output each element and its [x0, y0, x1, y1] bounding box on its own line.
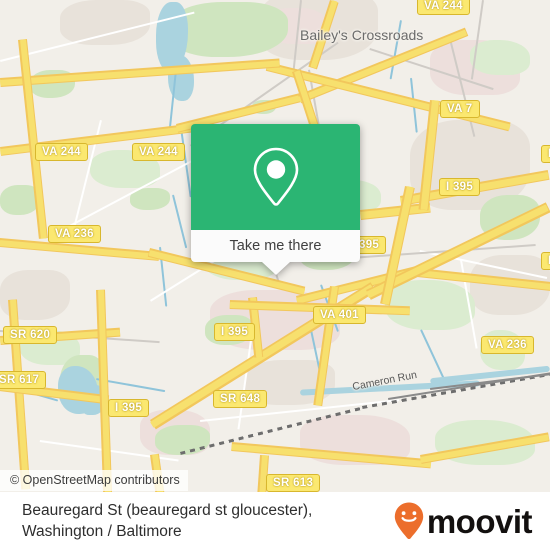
- road-shield-va-401[interactable]: VA 401: [313, 306, 366, 324]
- location-title-line2: Washington / Baltimore: [22, 523, 182, 540]
- location-title-line1: Beauregard St (beauregard st gloucester)…: [22, 502, 313, 519]
- place-label-line1: Bailey's: [300, 27, 348, 43]
- road-shield-i-395-lower[interactable]: I 395: [108, 399, 150, 417]
- road-shield-sr-648[interactable]: SR 648: [213, 390, 268, 408]
- place-label-line2: Crossroads: [351, 27, 424, 43]
- popup-icon-area: [191, 124, 360, 230]
- location-title: Beauregard St (beauregard st gloucester)…: [22, 500, 312, 542]
- map-landuse-residential: [60, 0, 150, 45]
- place-label-baileys-crossroads: Bailey's Crossroads: [300, 28, 423, 43]
- road-shield-va-244-top[interactable]: VA 244: [417, 0, 470, 15]
- osm-attribution[interactable]: © OpenStreetMap contributors: [0, 470, 188, 491]
- map-stream: [172, 194, 188, 249]
- location-popup-card[interactable]: Take me there: [191, 124, 360, 275]
- moovit-map-screenshot: Cameron Run Bailey's Crossroads VA 244 V…: [0, 0, 550, 550]
- road-shield-va-244-left[interactable]: VA 244: [35, 143, 88, 161]
- footer-bar: Beauregard St (beauregard st gloucester)…: [0, 492, 550, 550]
- map-park: [470, 40, 530, 75]
- map-canvas[interactable]: Cameron Run Bailey's Crossroads VA 244 V…: [0, 0, 550, 492]
- road-shield-clip-right-1[interactable]: I: [541, 145, 550, 163]
- road-shield-i-395-mid[interactable]: I 395: [214, 323, 256, 341]
- road-shield-sr-620[interactable]: SR 620: [3, 326, 58, 344]
- road-shield-sr-613[interactable]: SR 613: [266, 474, 321, 492]
- road-shield-va-7[interactable]: VA 7: [440, 100, 480, 118]
- road-shield-clip-right-2[interactable]: I: [541, 252, 550, 270]
- road-shield-va-244-mid[interactable]: VA 244: [132, 143, 185, 161]
- moovit-brand: moovit: [394, 502, 533, 540]
- take-me-there-button[interactable]: Take me there: [191, 230, 360, 262]
- road-shield-sr-617[interactable]: SR 617: [0, 371, 47, 389]
- moovit-pin-smiley-icon: [394, 502, 424, 540]
- map-pin-icon: [253, 147, 298, 206]
- moovit-wordmark: moovit: [426, 502, 533, 540]
- popup-tail: [261, 262, 290, 275]
- road-shield-va-236-left[interactable]: VA 236: [48, 225, 101, 243]
- road-shield-i-395-right[interactable]: I 395: [439, 178, 481, 196]
- road-shield-va-236-right[interactable]: VA 236: [481, 336, 534, 354]
- map-stream: [420, 329, 446, 380]
